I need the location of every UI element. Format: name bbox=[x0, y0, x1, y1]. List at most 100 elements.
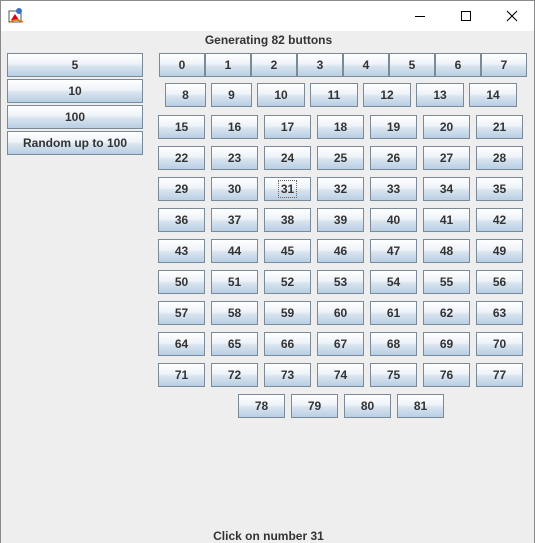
number-button-13[interactable]: 13 bbox=[416, 83, 464, 107]
number-button-38[interactable]: 38 bbox=[264, 208, 311, 232]
number-button-22[interactable]: 22 bbox=[158, 146, 205, 170]
number-button-60[interactable]: 60 bbox=[317, 301, 364, 325]
number-button-17[interactable]: 17 bbox=[264, 115, 311, 139]
number-button-73[interactable]: 73 bbox=[264, 363, 311, 387]
number-button-9[interactable]: 9 bbox=[211, 83, 252, 107]
number-button-30[interactable]: 30 bbox=[211, 177, 258, 201]
number-button-72[interactable]: 72 bbox=[211, 363, 258, 387]
number-button-14[interactable]: 14 bbox=[469, 83, 517, 107]
number-button-76[interactable]: 76 bbox=[423, 363, 470, 387]
number-button-59[interactable]: 59 bbox=[264, 301, 311, 325]
number-button-36[interactable]: 36 bbox=[158, 208, 205, 232]
number-button-70[interactable]: 70 bbox=[476, 332, 523, 356]
number-button-42[interactable]: 42 bbox=[476, 208, 523, 232]
number-button-71[interactable]: 71 bbox=[158, 363, 205, 387]
number-button-12[interactable]: 12 bbox=[363, 83, 411, 107]
number-button-3[interactable]: 3 bbox=[297, 53, 343, 77]
number-button-66[interactable]: 66 bbox=[264, 332, 311, 356]
number-button-6[interactable]: 6 bbox=[435, 53, 481, 77]
number-button-31[interactable]: 31 bbox=[264, 177, 311, 201]
number-label: 74 bbox=[333, 368, 348, 382]
minimize-button[interactable] bbox=[397, 1, 443, 30]
number-button-78[interactable]: 78 bbox=[238, 394, 285, 418]
number-button-32[interactable]: 32 bbox=[317, 177, 364, 201]
number-button-64[interactable]: 64 bbox=[158, 332, 205, 356]
number-button-54[interactable]: 54 bbox=[370, 270, 417, 294]
number-button-43[interactable]: 43 bbox=[158, 239, 205, 263]
number-button-5[interactable]: 5 bbox=[389, 53, 435, 77]
number-button-52[interactable]: 52 bbox=[264, 270, 311, 294]
number-button-74[interactable]: 74 bbox=[317, 363, 364, 387]
number-label: 5 bbox=[408, 58, 416, 72]
number-button-40[interactable]: 40 bbox=[370, 208, 417, 232]
number-button-63[interactable]: 63 bbox=[476, 301, 523, 325]
number-button-61[interactable]: 61 bbox=[370, 301, 417, 325]
number-button-15[interactable]: 15 bbox=[158, 115, 205, 139]
number-button-46[interactable]: 46 bbox=[317, 239, 364, 263]
number-button-37[interactable]: 37 bbox=[211, 208, 258, 232]
number-button-1[interactable]: 1 bbox=[205, 53, 251, 77]
number-button-4[interactable]: 4 bbox=[343, 53, 389, 77]
number-button-56[interactable]: 56 bbox=[476, 270, 523, 294]
number-button-41[interactable]: 41 bbox=[423, 208, 470, 232]
number-button-62[interactable]: 62 bbox=[423, 301, 470, 325]
generate-5-button[interactable]: 5 bbox=[7, 53, 143, 77]
number-button-44[interactable]: 44 bbox=[211, 239, 258, 263]
generate-100-label: 100 bbox=[64, 110, 86, 124]
number-button-34[interactable]: 34 bbox=[423, 177, 470, 201]
generate-10-button[interactable]: 10 bbox=[7, 79, 143, 103]
number-button-29[interactable]: 29 bbox=[158, 177, 205, 201]
number-button-2[interactable]: 2 bbox=[251, 53, 297, 77]
number-button-65[interactable]: 65 bbox=[211, 332, 258, 356]
number-label: 52 bbox=[280, 275, 295, 289]
number-button-55[interactable]: 55 bbox=[423, 270, 470, 294]
number-button-19[interactable]: 19 bbox=[370, 115, 417, 139]
number-button-33[interactable]: 33 bbox=[370, 177, 417, 201]
number-button-50[interactable]: 50 bbox=[158, 270, 205, 294]
number-button-28[interactable]: 28 bbox=[476, 146, 523, 170]
generate-100-button[interactable]: 100 bbox=[7, 105, 143, 129]
number-button-77[interactable]: 77 bbox=[476, 363, 523, 387]
close-button[interactable] bbox=[489, 1, 535, 30]
number-label: 13 bbox=[433, 88, 447, 102]
generate-5-label: 5 bbox=[71, 58, 79, 72]
number-button-35[interactable]: 35 bbox=[476, 177, 523, 201]
number-button-68[interactable]: 68 bbox=[370, 332, 417, 356]
number-button-75[interactable]: 75 bbox=[370, 363, 417, 387]
number-button-39[interactable]: 39 bbox=[317, 208, 364, 232]
number-button-58[interactable]: 58 bbox=[211, 301, 258, 325]
number-button-80[interactable]: 80 bbox=[344, 394, 391, 418]
number-button-24[interactable]: 24 bbox=[264, 146, 311, 170]
number-button-10[interactable]: 10 bbox=[257, 83, 305, 107]
number-label: 0 bbox=[178, 58, 186, 72]
number-button-67[interactable]: 67 bbox=[317, 332, 364, 356]
number-button-69[interactable]: 69 bbox=[423, 332, 470, 356]
number-button-21[interactable]: 21 bbox=[476, 115, 523, 139]
number-label: 72 bbox=[227, 368, 242, 382]
number-button-57[interactable]: 57 bbox=[158, 301, 205, 325]
number-label: 65 bbox=[227, 337, 242, 351]
number-button-81[interactable]: 81 bbox=[397, 394, 444, 418]
number-button-79[interactable]: 79 bbox=[291, 394, 338, 418]
number-button-11[interactable]: 11 bbox=[310, 83, 358, 107]
number-button-26[interactable]: 26 bbox=[370, 146, 417, 170]
number-button-27[interactable]: 27 bbox=[423, 146, 470, 170]
number-button-47[interactable]: 47 bbox=[370, 239, 417, 263]
number-button-53[interactable]: 53 bbox=[317, 270, 364, 294]
number-button-16[interactable]: 16 bbox=[211, 115, 258, 139]
number-label: 62 bbox=[439, 306, 454, 320]
generate-random-button[interactable]: Random up to 100 bbox=[7, 131, 143, 155]
number-label: 22 bbox=[174, 151, 189, 165]
number-button-18[interactable]: 18 bbox=[317, 115, 364, 139]
number-button-49[interactable]: 49 bbox=[476, 239, 523, 263]
number-button-45[interactable]: 45 bbox=[264, 239, 311, 263]
number-button-51[interactable]: 51 bbox=[211, 270, 258, 294]
maximize-button[interactable] bbox=[443, 1, 489, 30]
number-button-25[interactable]: 25 bbox=[317, 146, 364, 170]
number-button-23[interactable]: 23 bbox=[211, 146, 258, 170]
number-button-7[interactable]: 7 bbox=[481, 53, 527, 77]
number-button-0[interactable]: 0 bbox=[159, 53, 205, 77]
number-button-20[interactable]: 20 bbox=[423, 115, 470, 139]
number-button-8[interactable]: 8 bbox=[165, 83, 206, 107]
number-button-48[interactable]: 48 bbox=[423, 239, 470, 263]
